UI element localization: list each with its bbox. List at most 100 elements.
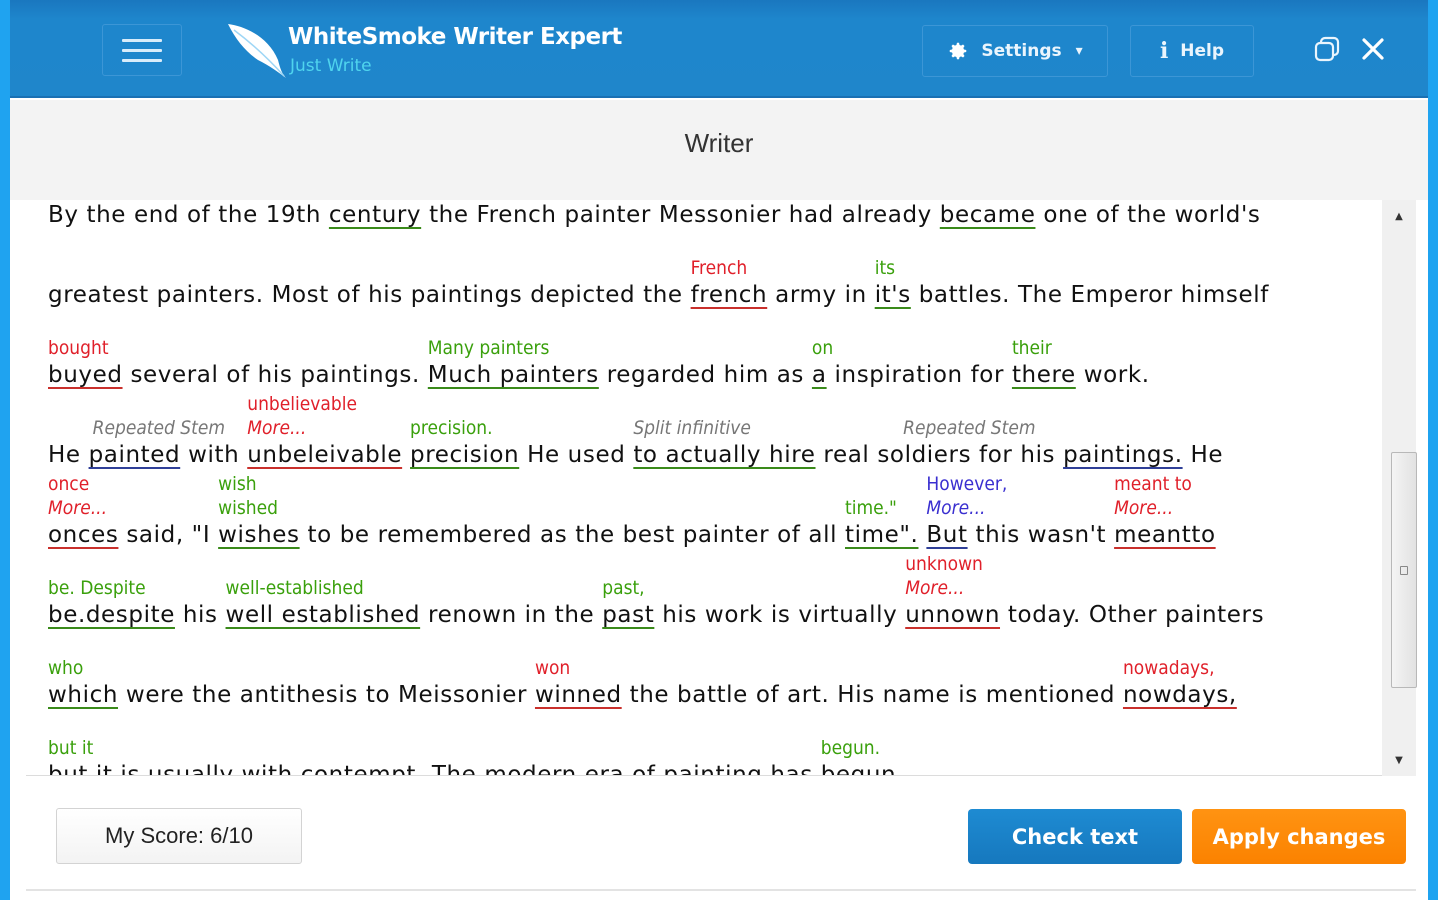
text-run: the French painter Messonier had already	[421, 202, 940, 228]
flagged-word[interactable]: time". time."	[845, 497, 918, 548]
suggestion-text[interactable]: French	[691, 256, 748, 280]
issue-note-text[interactable]: Repeated Stem	[903, 416, 1035, 440]
flagged-word[interactable]: begun begun.	[821, 737, 897, 775]
suggestion-text[interactable]: unbelievable	[247, 392, 357, 416]
flagged-word[interactable]: a on	[812, 337, 833, 388]
flagged-word[interactable]: nowdays, nowadays,	[1123, 657, 1237, 708]
flagged-word[interactable]: buyed bought	[48, 337, 123, 388]
flagged-word[interactable]: past past,	[602, 577, 654, 628]
suggestion[interactable]: meant to More...	[1114, 472, 1192, 520]
more-link[interactable]: More...	[905, 576, 983, 600]
suggestion-text[interactable]: their	[1012, 336, 1052, 360]
scroll-up-arrow-icon[interactable]: ▲	[1382, 202, 1416, 230]
close-icon[interactable]	[1358, 34, 1388, 64]
restore-window-icon[interactable]	[1312, 34, 1342, 64]
scrollbar-thumb[interactable]	[1391, 452, 1417, 688]
flagged-word-text: precision	[410, 442, 520, 468]
suggestion[interactable]: nowadays,	[1123, 656, 1215, 680]
suggestion-text[interactable]: nowadays,	[1123, 656, 1215, 680]
flagged-word[interactable]: became	[940, 202, 1036, 228]
suggestion[interactable]: won	[535, 656, 570, 680]
apply-changes-button[interactable]: Apply changes	[1192, 809, 1406, 864]
suggestion[interactable]: time."	[845, 496, 897, 520]
flagged-word[interactable]: unbeleivable unbelievable More...	[247, 393, 402, 468]
help-button[interactable]: i Help	[1130, 25, 1254, 77]
check-text-button[interactable]: Check text	[968, 809, 1182, 864]
flagged-word[interactable]: meantto meant to More...	[1114, 473, 1216, 548]
suggestion[interactable]: their	[1012, 336, 1052, 360]
flagged-word[interactable]: french French	[691, 257, 768, 308]
suggestion-text[interactable]: precision.	[410, 416, 493, 440]
issue-note[interactable]: Repeated Stem	[93, 416, 225, 440]
text-editor[interactable]: By the end of the 19th century the Frenc…	[26, 200, 1382, 776]
suggestion-text[interactable]: on	[812, 336, 833, 360]
flagged-word[interactable]: onces once More...	[48, 473, 118, 548]
suggestion-text[interactable]: past,	[602, 576, 644, 600]
flagged-word[interactable]: precision precision.	[410, 417, 520, 468]
suggestion[interactable]: well-established	[226, 576, 364, 600]
suggestion[interactable]: be. Despite	[48, 576, 146, 600]
suggestion[interactable]: who	[48, 656, 83, 680]
flagged-word[interactable]: Much painters Many painters	[428, 337, 599, 388]
suggestion[interactable]: bought	[48, 336, 109, 360]
suggestion-text[interactable]: wish	[218, 472, 278, 496]
issue-note-text[interactable]: Split infinitive	[633, 416, 751, 440]
suggestion[interactable]: Many painters	[428, 336, 550, 360]
text-run: one of the world's	[1035, 202, 1261, 228]
suggestion[interactable]: However, More...	[926, 472, 1007, 520]
flagged-word[interactable]: paintings. Repeated Stem	[903, 417, 1183, 468]
vertical-scrollbar[interactable]: ▲ ▼	[1382, 200, 1417, 776]
more-link[interactable]: More...	[926, 496, 1007, 520]
flagged-word[interactable]: painted Repeated Stem	[89, 417, 225, 468]
suggestion-text[interactable]: wished	[218, 496, 278, 520]
suggestion-text[interactable]: its	[875, 256, 895, 280]
suggestion-text[interactable]: be. Despite	[48, 576, 146, 600]
suggestion[interactable]: unbelievable More...	[247, 392, 357, 440]
flagged-word[interactable]: there their	[1012, 337, 1076, 388]
suggestion[interactable]: begun.	[821, 736, 880, 760]
suggestion-text[interactable]: bought	[48, 336, 109, 360]
issue-note[interactable]: Split infinitive	[633, 416, 751, 440]
flagged-word[interactable]: which who	[48, 657, 118, 708]
suggestion[interactable]: on	[812, 336, 833, 360]
suggestion[interactable]: past,	[602, 576, 644, 600]
suggestion[interactable]: but it	[48, 736, 93, 760]
suggestion-text[interactable]: However,	[926, 472, 1007, 496]
more-link[interactable]: More...	[48, 496, 107, 520]
more-link[interactable]: More...	[247, 416, 357, 440]
flagged-word[interactable]: it's its	[875, 257, 911, 308]
suggestion[interactable]: its	[875, 256, 895, 280]
settings-button[interactable]: Settings ▾	[922, 25, 1108, 77]
suggestion[interactable]: precision.	[410, 416, 493, 440]
suggestion-text[interactable]: well-established	[226, 576, 364, 600]
issue-note[interactable]: Repeated Stem	[903, 416, 1035, 440]
suggestion-text[interactable]: who	[48, 656, 83, 680]
flagged-word[interactable]: be.despite be. Despite	[48, 577, 175, 628]
suggestion[interactable]: wish wished	[218, 472, 278, 520]
suggestion-text[interactable]: meant to	[1114, 472, 1192, 496]
suggestion-text[interactable]: unknown	[905, 552, 983, 576]
suggestion[interactable]: unknown More...	[905, 552, 983, 600]
flagged-word[interactable]: well established well-established	[226, 577, 421, 628]
suggestion-text[interactable]: but it	[48, 736, 93, 760]
hamburger-menu-button[interactable]	[102, 24, 182, 76]
score-button[interactable]: My Score: 6/10	[56, 808, 302, 864]
flagged-word[interactable]: unnown unknown More...	[905, 553, 1000, 628]
suggestion[interactable]: French	[691, 256, 748, 280]
flagged-word[interactable]: But However, More...	[926, 473, 1007, 548]
suggestion-text[interactable]: Many painters	[428, 336, 550, 360]
suggestion-text[interactable]: once	[48, 472, 107, 496]
scroll-down-arrow-icon[interactable]: ▼	[1382, 746, 1416, 774]
flagged-word[interactable]: but it but it	[48, 737, 113, 775]
flagged-word[interactable]: wishes wish wished	[218, 473, 300, 548]
flagged-word[interactable]: to actually hire Split infinitive	[633, 417, 815, 468]
more-link[interactable]: More...	[1114, 496, 1192, 520]
suggestion-text[interactable]: begun.	[821, 736, 880, 760]
flagged-word[interactable]: winned won	[535, 657, 622, 708]
flagged-word[interactable]: century	[329, 202, 421, 228]
text-line: onces once More... said, "I wishes wish wish…	[48, 473, 1216, 548]
suggestion-text[interactable]: time."	[845, 496, 897, 520]
issue-note-text[interactable]: Repeated Stem	[93, 416, 225, 440]
suggestion-text[interactable]: won	[535, 656, 570, 680]
suggestion[interactable]: once More...	[48, 472, 107, 520]
